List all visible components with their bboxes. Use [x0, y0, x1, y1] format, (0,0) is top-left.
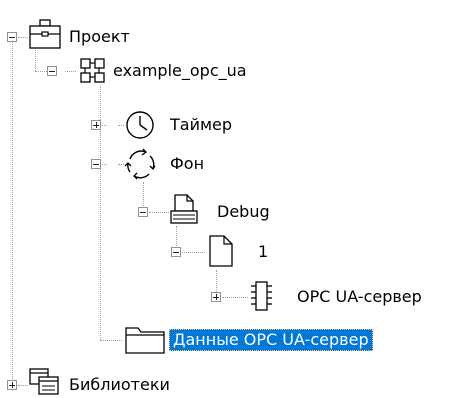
tree-label-debug[interactable]: Debug [217, 202, 270, 222]
expander-project[interactable] [7, 32, 17, 42]
stacked-document-icon [169, 193, 199, 225]
tree-line [12, 42, 13, 385]
library-windows-icon [27, 366, 61, 398]
tree-line [35, 50, 36, 71]
tree-line [149, 212, 169, 213]
tree-label-libraries[interactable]: Библиотеки [69, 375, 170, 395]
expander-libraries[interactable] [7, 380, 17, 390]
tree-label-timer[interactable]: Таймер [170, 115, 232, 135]
document-icon [207, 234, 235, 268]
tree-line [100, 164, 107, 165]
expander-timer[interactable] [91, 120, 101, 130]
tree-label-opc-data[interactable]: Данные OPC UA-сервер [169, 329, 373, 351]
project-tree: Проект example_opc_ua Таймер Фон Debug 1… [0, 0, 459, 398]
tree-label-background[interactable]: Фон [170, 154, 204, 174]
tree-label-opc-server[interactable]: OPC UA-сервер [297, 287, 422, 307]
tree-line [18, 37, 28, 38]
tree-line [100, 340, 122, 341]
expander-item1[interactable] [171, 247, 181, 257]
network-nodes-icon [78, 56, 108, 86]
tree-label-project[interactable]: Проект [69, 27, 130, 47]
clock-icon [124, 108, 158, 142]
cycle-arrows-icon [124, 147, 158, 181]
tree-label-app[interactable]: example_opc_ua [113, 61, 247, 81]
tree-line [222, 297, 248, 298]
tree-line [100, 125, 107, 126]
tree-line [65, 71, 76, 72]
chip-icon [248, 279, 274, 313]
expander-debug[interactable] [138, 207, 148, 217]
folder-icon [124, 324, 166, 356]
expander-background[interactable] [91, 159, 101, 169]
tree-label-item1[interactable]: 1 [258, 242, 268, 262]
tree-line [35, 71, 47, 72]
expander-opc-server[interactable] [211, 292, 221, 302]
tree-line [182, 252, 205, 253]
expander-app[interactable] [47, 66, 57, 76]
briefcase-icon [28, 17, 62, 51]
